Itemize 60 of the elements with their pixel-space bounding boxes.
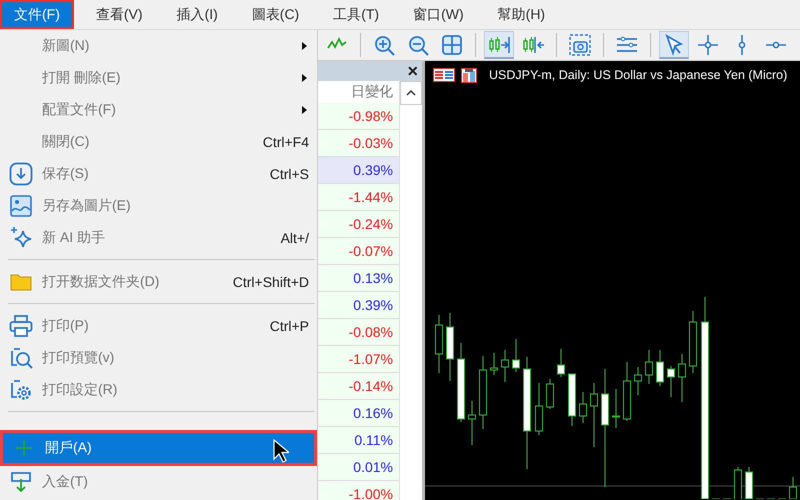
- menu-item-label: 新圖(N): [42, 37, 90, 55]
- candlestick: [568, 374, 576, 426]
- candlestick: [645, 350, 653, 384]
- menu-item[interactable]: 開戶(A): [0, 430, 317, 466]
- candlestick: [745, 466, 753, 499]
- candlestick: [512, 338, 520, 372]
- menu-item-label: 配置文件(F): [42, 101, 116, 119]
- chart-title: USDJPY-m, Daily: US Dollar vs Japanese Yen (Micro): [489, 68, 788, 82]
- menu-bar-item[interactable]: 插入(I): [164, 0, 230, 29]
- candlestick: [667, 366, 675, 398]
- shortcut-text: Ctrl+Shift+D: [232, 274, 310, 290]
- menu-bar-item[interactable]: 圖表(C): [240, 0, 312, 29]
- candlestick: [501, 350, 509, 382]
- menu-item-label: 打印設定(R): [42, 381, 118, 399]
- candlestick: [634, 366, 642, 396]
- menu-item-label: 保存(S): [42, 165, 89, 183]
- save-icon: [9, 162, 33, 186]
- candles-arrow-right-icon[interactable]: [484, 31, 514, 59]
- candlestick: [590, 382, 598, 448]
- menu-bar-item[interactable]: 窗口(W): [401, 0, 476, 29]
- menu-item[interactable]: 新圖(N): [0, 30, 317, 62]
- candlestick: [435, 314, 443, 374]
- menu-item-label: 打印(P): [42, 317, 89, 335]
- mouse-pointer-icon: [273, 439, 289, 463]
- deposit-icon: [10, 471, 32, 493]
- cursor-icon[interactable]: [659, 31, 689, 59]
- shortcut-text: Ctrl+S: [270, 166, 310, 182]
- close-button[interactable]: ×: [407, 62, 418, 80]
- candlestick: [490, 352, 498, 376]
- print-settings-icon: [9, 378, 33, 402]
- candlestick: [446, 312, 454, 382]
- shortcut-text: Ctrl+F4: [262, 134, 310, 150]
- caret-up-icon: [406, 90, 416, 96]
- image-icon: [10, 195, 32, 217]
- list-icon: [433, 68, 455, 82]
- plus-icon: [15, 439, 33, 457]
- menu-item-label: 開戶(A): [45, 439, 92, 457]
- candlestick: [546, 378, 554, 410]
- candlestick: [678, 354, 686, 402]
- sparkle-icon: [9, 226, 33, 250]
- menu-item-label: 打印預覽(v): [42, 349, 114, 367]
- chart-window-icon: [461, 68, 477, 82]
- menu-bar-item[interactable]: 查看(V): [84, 0, 155, 29]
- shortcut-text: Ctrl+P: [270, 318, 310, 334]
- menu-item-label: 打开数据文件夹(D): [42, 273, 160, 291]
- candlestick: [689, 310, 697, 374]
- printer-icon: [9, 315, 33, 337]
- menu-bar-item[interactable]: 幫助(H): [486, 0, 558, 29]
- scroll-up-button[interactable]: [400, 81, 422, 105]
- menu-bar-item[interactable]: 工具(T): [321, 0, 392, 29]
- candlestick: [579, 392, 587, 424]
- print-preview-icon: [9, 346, 33, 370]
- candlestick: [612, 388, 620, 428]
- menu-item-label: 關閉(C): [42, 133, 90, 151]
- candlestick: [656, 350, 664, 386]
- candlestick: [623, 362, 631, 422]
- candlestick: [468, 400, 476, 446]
- candlestick: [557, 348, 565, 378]
- candlestick: [535, 382, 543, 436]
- menu-bar-item[interactable]: 文件(F): [0, 0, 74, 29]
